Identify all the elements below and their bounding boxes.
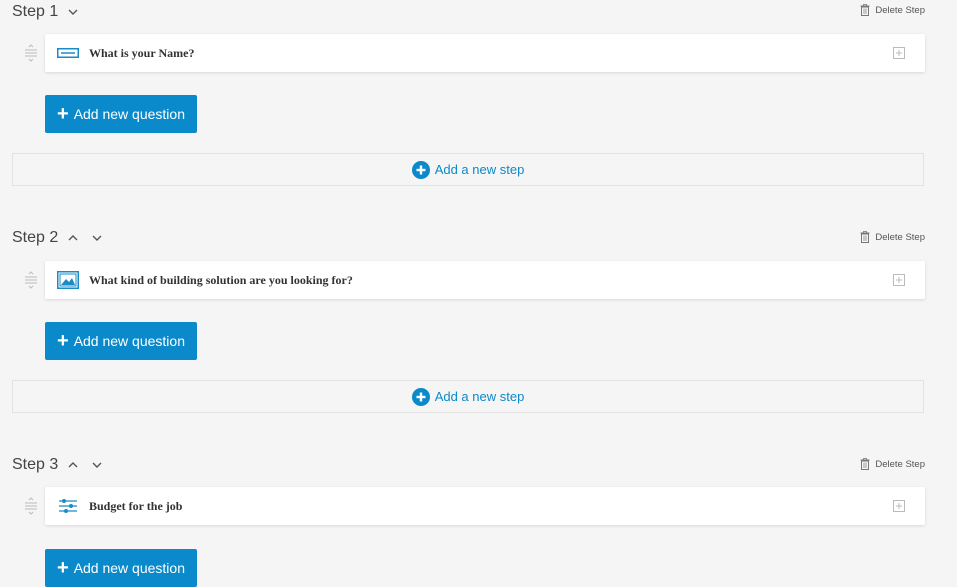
drag-handle-icon[interactable] <box>24 497 38 515</box>
step-1-delete-button[interactable]: Delete Step <box>860 4 925 16</box>
question-card[interactable]: Budget for the job <box>45 487 925 525</box>
question-card[interactable]: What is your Name? <box>45 34 925 72</box>
add-question-button[interactable]: + Add new question <box>45 322 197 360</box>
trash-icon <box>860 231 870 243</box>
delete-step-label: Delete Step <box>875 458 925 470</box>
add-question-button[interactable]: + Add new question <box>45 95 197 133</box>
chevron-up-icon[interactable] <box>62 454 84 476</box>
delete-step-label: Delete Step <box>875 4 925 16</box>
drag-handle-icon[interactable] <box>24 44 38 62</box>
chevron-down-icon[interactable] <box>86 454 108 476</box>
delete-step-label: Delete Step <box>875 231 925 243</box>
add-step-button[interactable]: Add a new step <box>12 153 924 186</box>
plus-circle-icon <box>411 160 430 179</box>
chevron-up-icon[interactable] <box>62 227 84 249</box>
expand-icon[interactable] <box>893 500 905 512</box>
step-2-title: Step 2 <box>12 229 59 246</box>
image-choice-icon <box>57 271 79 289</box>
add-step-button[interactable]: Add a new step <box>12 380 924 413</box>
step-2-header: Step 2 <box>12 227 108 249</box>
plus-circle-icon <box>411 387 430 406</box>
question-text: Budget for the job <box>89 498 183 513</box>
drag-handle-icon[interactable] <box>24 271 38 289</box>
step-1-title: Step 1 <box>12 3 59 20</box>
expand-icon[interactable] <box>893 274 905 286</box>
expand-icon[interactable] <box>893 47 905 59</box>
add-question-button[interactable]: + Add new question <box>45 549 197 587</box>
question-text: What is your Name? <box>89 45 195 60</box>
add-question-label: Add new question <box>73 560 185 576</box>
chevron-down-icon[interactable] <box>86 227 108 249</box>
trash-icon <box>860 4 870 16</box>
add-question-label: Add new question <box>73 333 185 349</box>
question-card[interactable]: What kind of building solution are you l… <box>45 261 925 299</box>
step-2-delete-button[interactable]: Delete Step <box>860 231 925 243</box>
plus-icon: + <box>57 557 69 579</box>
add-step-label: Add a new step <box>434 162 525 177</box>
step-1-header: Step 1 <box>12 1 84 23</box>
plus-icon: + <box>57 103 69 125</box>
chevron-down-icon[interactable] <box>62 1 84 23</box>
step-3-title: Step 3 <box>12 456 59 473</box>
text-field-icon <box>57 44 79 62</box>
question-text: What kind of building solution are you l… <box>89 272 353 287</box>
step-3-header: Step 3 <box>12 454 108 476</box>
add-step-label: Add a new step <box>434 389 525 404</box>
add-question-label: Add new question <box>73 106 185 122</box>
step-3-delete-button[interactable]: Delete Step <box>860 458 925 470</box>
trash-icon <box>860 458 870 470</box>
plus-icon: + <box>57 330 69 352</box>
slider-icon <box>57 497 79 515</box>
